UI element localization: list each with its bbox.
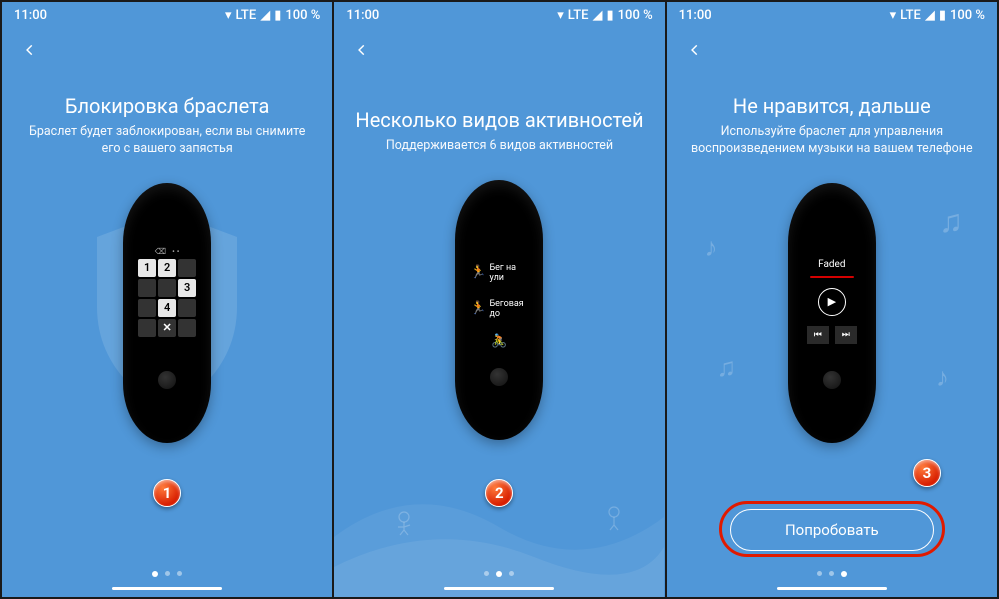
android-navbar[interactable]: [2, 581, 332, 595]
app-bar: [334, 28, 664, 72]
network-label: LTE: [568, 8, 589, 23]
dot-3[interactable]: [841, 571, 847, 577]
battery-label: 100 %: [618, 8, 653, 23]
treadmill-icon: 🏃: [471, 302, 485, 316]
band-image: Faded ▶ ⏮ ⏭: [762, 178, 902, 448]
wifi-icon: ▾: [557, 8, 564, 23]
page-dots: [2, 571, 332, 577]
status-time: 11:00: [14, 8, 47, 23]
android-navbar[interactable]: [334, 581, 664, 595]
page-title: Несколько видов активностей: [355, 108, 643, 132]
battery-label: 100 %: [285, 8, 320, 23]
page-dots: [667, 571, 997, 577]
status-right: ▾ LTE ◢ ▮ 100 %: [890, 8, 985, 23]
network-label: LTE: [235, 8, 256, 23]
dot-2[interactable]: [496, 571, 502, 577]
network-label: LTE: [900, 8, 921, 23]
activity-label: Беговая до: [489, 299, 527, 319]
band-image: ⌫• • 1 2 3 4 ✕: [97, 178, 237, 448]
band-home-button: [490, 368, 508, 386]
band-screen-activity: 🏃 Бег на ули 🏃 Беговая до 🚴: [465, 238, 533, 374]
activity-row: 🏃 Бег на ули: [469, 258, 529, 288]
band-home-button: [158, 371, 176, 389]
music-note-icon: ♫: [717, 352, 737, 383]
status-bar: 11:00 ▾ LTE ◢ ▮ 100 %: [334, 2, 664, 28]
status-time: 11:00: [679, 8, 712, 23]
page-title: Блокировка браслета: [65, 94, 270, 118]
music-note-icon: ♪: [936, 362, 949, 393]
band-home-button: [823, 371, 841, 389]
signal-icon: ◢: [925, 8, 935, 23]
android-navbar[interactable]: [667, 581, 997, 595]
battery-label: 100 %: [950, 8, 985, 23]
wifi-icon: ▾: [890, 8, 897, 23]
status-bar: 11:00 ▾ LTE ◢ ▮ 100 %: [667, 2, 997, 28]
running-icon: 🏃: [471, 266, 485, 280]
app-bar: [667, 28, 997, 72]
dot-1[interactable]: [817, 571, 822, 576]
wifi-icon: ▾: [225, 8, 232, 23]
band-screen-lock: ⌫• • 1 2 3 4 ✕: [133, 241, 201, 377]
next-track-icon: ⏭: [835, 326, 857, 344]
page-subtitle: Используйте браслет для управления воспр…: [687, 124, 977, 158]
track-title: Faded: [818, 259, 845, 270]
keypad-3: 3: [178, 279, 196, 297]
back-button[interactable]: [10, 30, 50, 70]
back-button[interactable]: [675, 30, 715, 70]
page-title: Не нравится, дальше: [733, 94, 931, 118]
activity-label: Бег на ули: [489, 263, 527, 283]
dot-1[interactable]: [484, 571, 489, 576]
onboarding-screen-1: 11:00 ▾ LTE ◢ ▮ 100 % Блокировка браслет…: [2, 2, 332, 597]
signal-icon: ◢: [593, 8, 603, 23]
dot-1[interactable]: [152, 571, 158, 577]
battery-icon: ▮: [274, 8, 281, 23]
band-screen-music: Faded ▶ ⏮ ⏭: [798, 241, 866, 377]
play-icon: ▶: [818, 288, 846, 316]
progress-line: [810, 276, 854, 278]
music-note-icon: ♪: [705, 232, 718, 263]
signal-icon: ◢: [260, 8, 270, 23]
page-subtitle: Браслет будет заблокирован, если вы сним…: [22, 124, 312, 158]
band-image: 🏃 Бег на ули 🏃 Беговая до 🚴: [429, 175, 569, 445]
page-dots: [334, 571, 664, 577]
battery-icon: ▮: [607, 8, 614, 23]
prev-track-icon: ⏮: [807, 326, 829, 344]
try-button[interactable]: Попробовать: [730, 509, 934, 551]
keypad-close: ✕: [158, 319, 176, 337]
activity-row: 🏃 Беговая до: [469, 294, 529, 324]
status-right: ▾ LTE ◢ ▮ 100 %: [225, 8, 320, 23]
content: Несколько видов активностей Поддерживает…: [334, 72, 664, 597]
keypad-1: 1: [138, 259, 156, 277]
content: Блокировка браслета Браслет будет заблок…: [2, 72, 332, 597]
step-badge-1: 1: [153, 479, 181, 507]
keypad-4: 4: [158, 299, 176, 317]
dot-2[interactable]: [829, 571, 834, 576]
activity-row: 🚴: [469, 330, 529, 354]
back-button[interactable]: [342, 30, 382, 70]
keypad-2: 2: [158, 259, 176, 277]
music-note-icon: ♫: [939, 202, 963, 240]
cycling-icon: 🚴: [492, 335, 506, 349]
battery-icon: ▮: [939, 8, 946, 23]
dot-2[interactable]: [165, 571, 170, 576]
status-right: ▾ LTE ◢ ▮ 100 %: [557, 8, 652, 23]
page-subtitle: Поддерживается 6 видов активностей: [386, 138, 613, 155]
app-bar: [2, 28, 332, 72]
step-badge-3: 3: [913, 459, 941, 487]
dot-3[interactable]: [509, 571, 514, 576]
onboarding-screen-3: 11:00 ▾ LTE ◢ ▮ 100 % ♪ ♫ ♫ ♪ Не нравитс…: [667, 2, 997, 597]
status-bar: 11:00 ▾ LTE ◢ ▮ 100 %: [2, 2, 332, 28]
onboarding-screen-2: 11:00 ▾ LTE ◢ ▮ 100 % Несколько видов ак…: [334, 2, 664, 597]
status-time: 11:00: [346, 8, 379, 23]
dot-3[interactable]: [177, 571, 182, 576]
